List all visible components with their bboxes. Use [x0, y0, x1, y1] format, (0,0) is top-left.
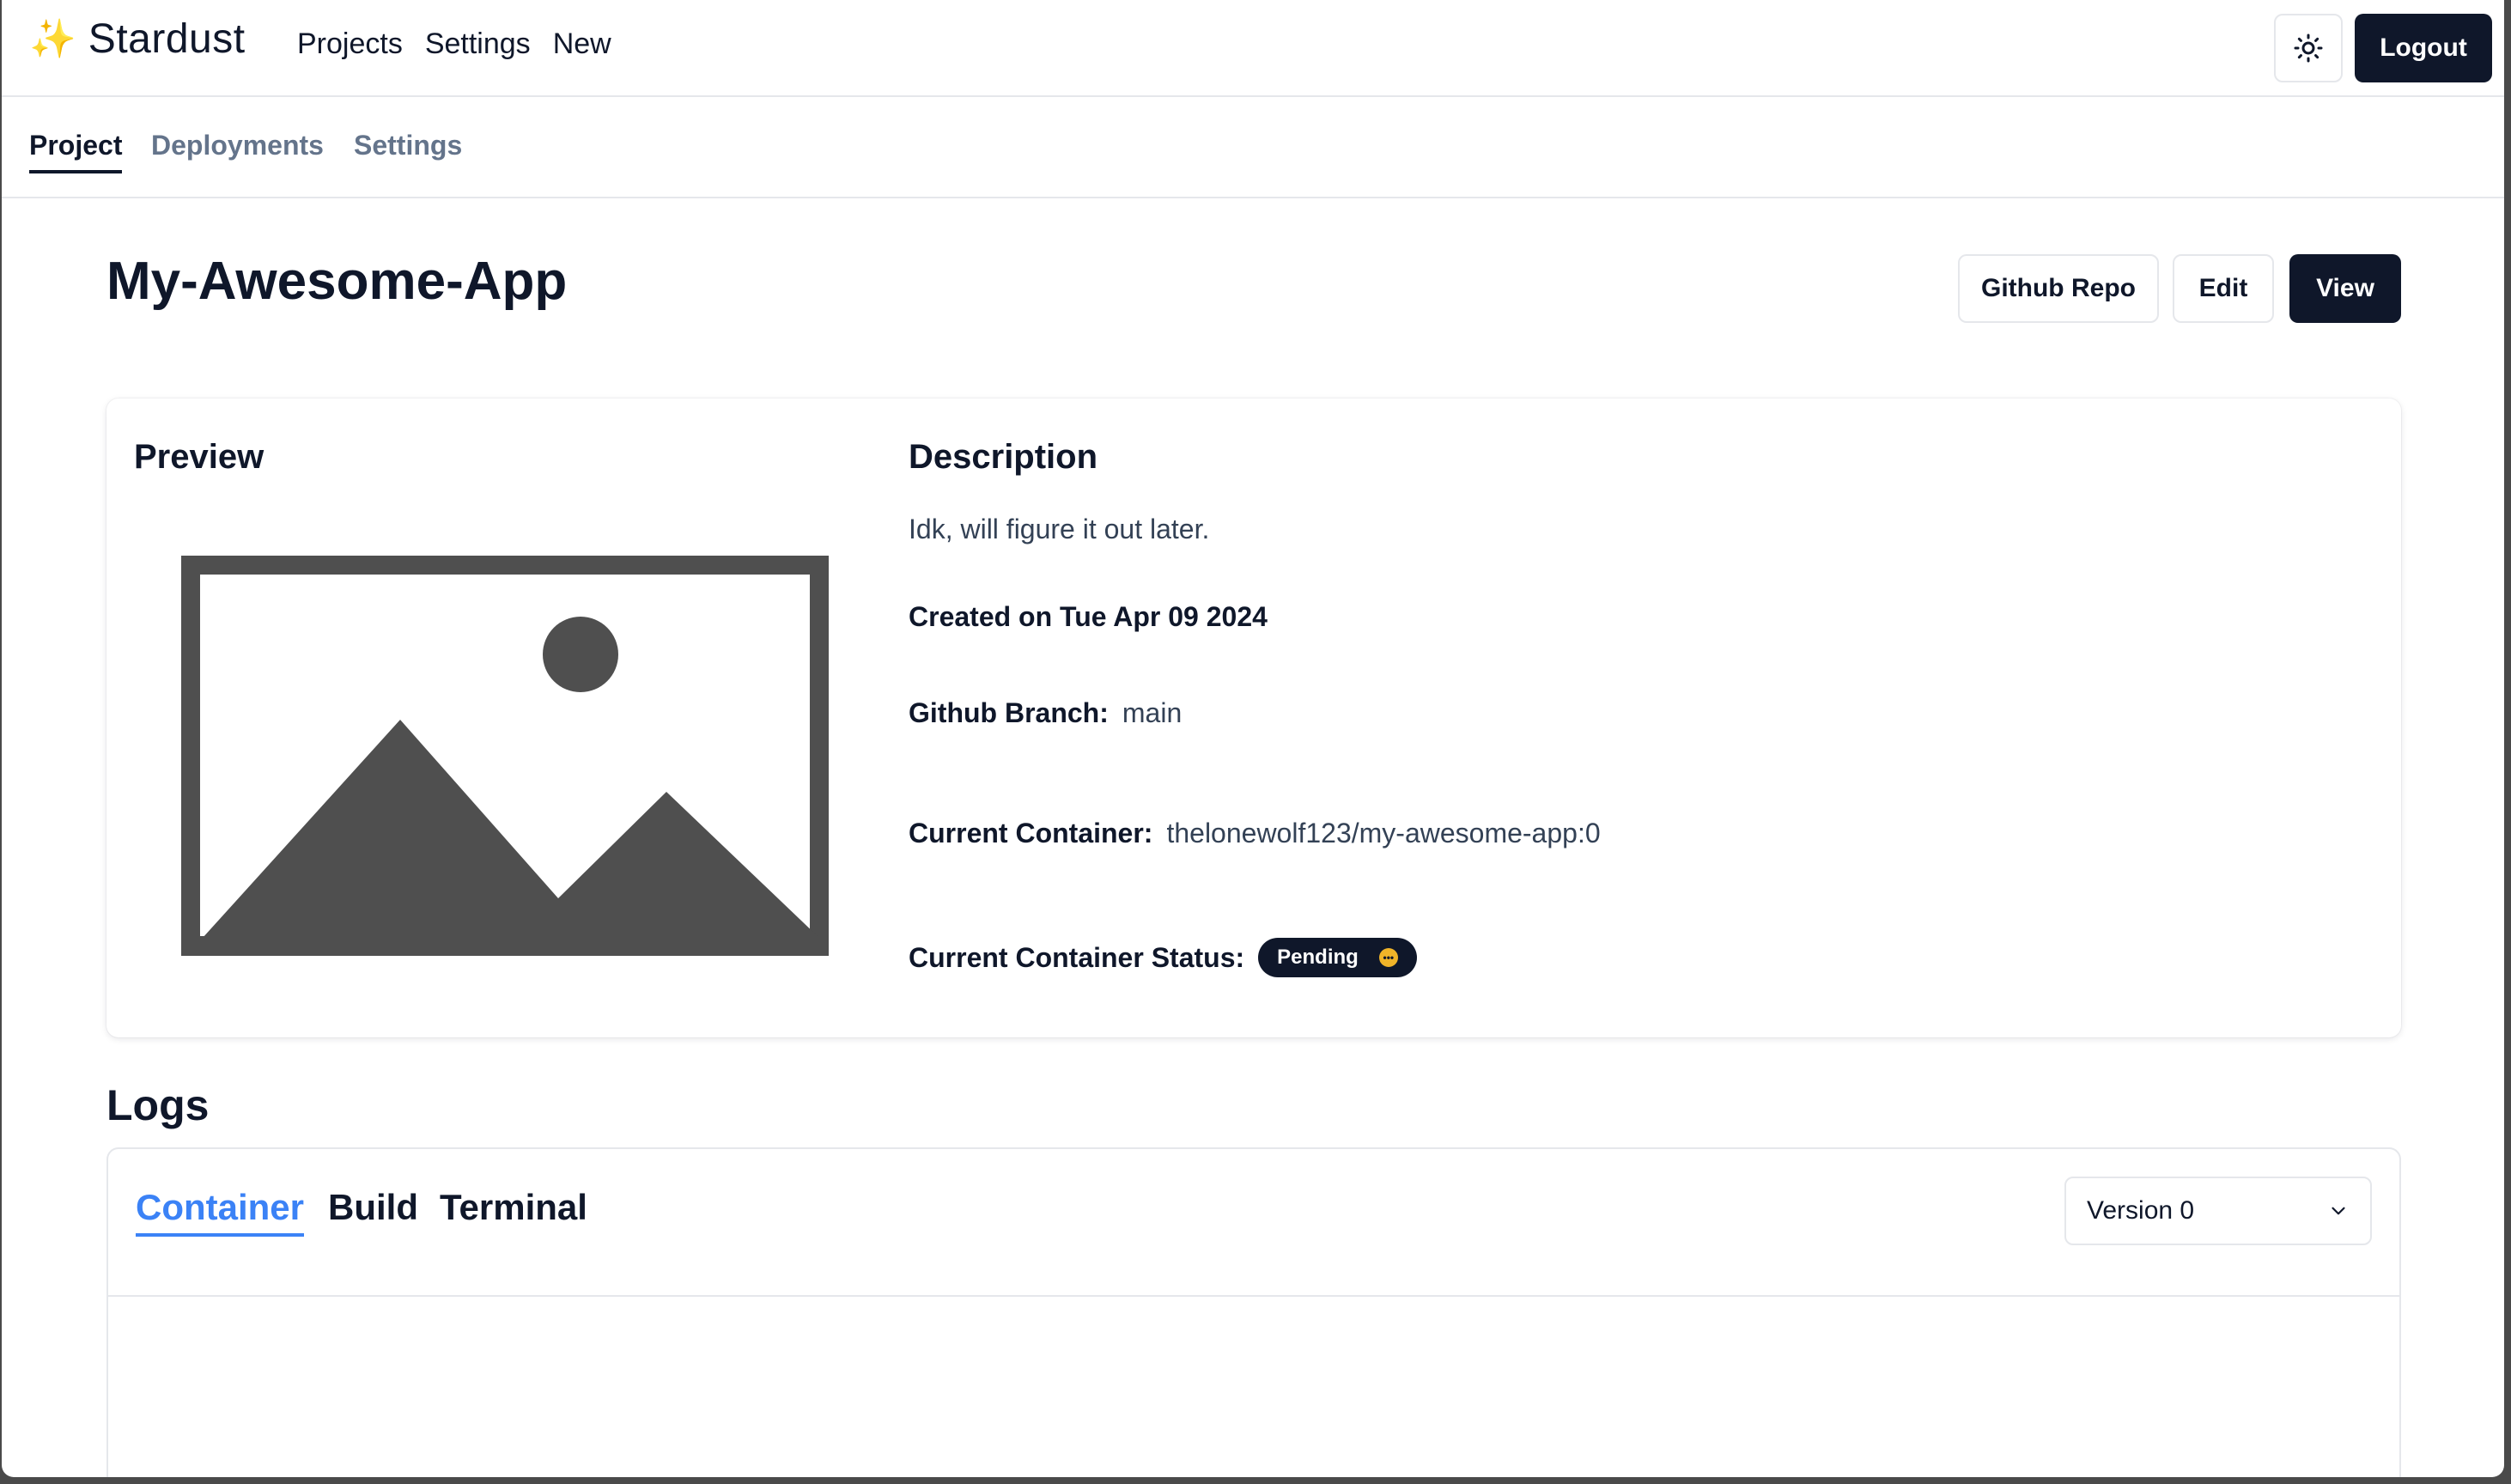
tab-deployments[interactable]: Deployments — [151, 130, 324, 161]
branch-value: main — [1122, 697, 1183, 728]
logs-heading: Logs — [106, 1081, 210, 1129]
view-button[interactable]: View — [2289, 254, 2401, 323]
current-container-row: Current Container: thelonewolf123/my-awe… — [909, 818, 1601, 849]
chevron-down-icon — [2332, 1207, 2345, 1215]
description-heading: Description — [909, 438, 1098, 476]
theme-toggle-button[interactable] — [2274, 14, 2343, 82]
branch-label: Github Branch: — [909, 697, 1109, 728]
main-menu: Projects Settings New — [297, 27, 611, 61]
sun-icon — [2294, 33, 2323, 63]
logs-tab-container[interactable]: Container — [136, 1187, 305, 1237]
logs-tab-build[interactable]: Build — [328, 1187, 418, 1228]
logs-header: Container Build Terminal Version 0 — [108, 1149, 2399, 1297]
github-repo-button[interactable]: Github Repo — [1958, 254, 2159, 323]
pending-dot-icon: ••• — [1378, 948, 1398, 967]
edit-button[interactable]: Edit — [2173, 254, 2274, 323]
preview-image — [134, 508, 879, 1007]
sparkles-icon: ✨ — [29, 17, 76, 60]
nav-link-projects[interactable]: Projects — [297, 27, 403, 61]
browser-window: ✨ Stardust Projects Settings New Logout — [2, 0, 2504, 1477]
image-placeholder-icon — [181, 556, 829, 956]
preview-heading: Preview — [134, 438, 264, 476]
container-label: Current Container: — [909, 818, 1153, 848]
created-date: Created on Tue Apr 09 2024 — [909, 601, 1268, 632]
nav-link-settings[interactable]: Settings — [425, 27, 531, 61]
logs-panel: Container Build Terminal Version 0 — [106, 1147, 2401, 1477]
project-subnav: Project Deployments Settings — [2, 97, 2504, 198]
logs-tab-terminal[interactable]: Terminal — [440, 1187, 587, 1228]
github-branch-row: Github Branch: main — [909, 697, 1182, 729]
status-label: Current Container Status: — [909, 941, 1245, 973]
tab-project[interactable]: Project — [29, 130, 123, 173]
page-title: My-Awesome-App — [106, 252, 568, 311]
brand-name: Stardust — [88, 16, 246, 62]
top-navbar: ✨ Stardust Projects Settings New Logout — [2, 0, 2504, 97]
brand[interactable]: ✨ Stardust — [29, 15, 246, 63]
project-card: Preview Description Idk, will figure it … — [106, 398, 2401, 1037]
container-status-row: Current Container Status: Pending ••• — [909, 938, 1417, 977]
status-badge: Pending ••• — [1258, 938, 1417, 977]
container-value: thelonewolf123/my-awesome-app:0 — [1166, 818, 1601, 848]
nav-link-new[interactable]: New — [553, 27, 611, 61]
version-select-value: Version 0 — [2087, 1196, 2195, 1225]
version-select[interactable]: Version 0 — [2064, 1177, 2372, 1245]
tab-settings[interactable]: Settings — [354, 130, 462, 161]
description-text: Idk, will figure it out later. — [909, 514, 1210, 544]
logout-button[interactable]: Logout — [2355, 14, 2492, 82]
status-badge-text: Pending — [1277, 946, 1359, 969]
